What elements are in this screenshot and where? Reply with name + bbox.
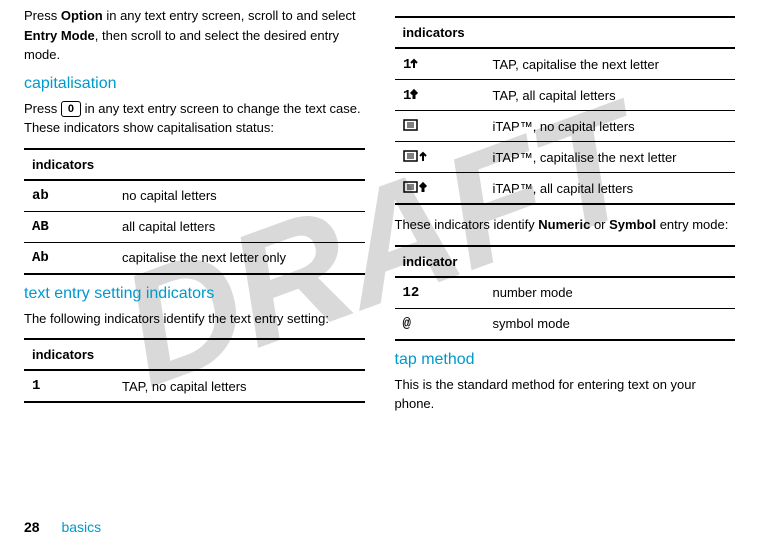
- table-row: AB all capital letters: [24, 211, 365, 242]
- capitalisation-table: indicators ab no capital letters AB all …: [24, 148, 365, 275]
- option-label: Option: [61, 8, 103, 23]
- indicator-desc: number mode: [485, 277, 736, 309]
- mode-paragraph: These indicators identify Numeric or Sym…: [395, 215, 736, 235]
- indicator-icon: [395, 173, 485, 205]
- indicator-desc: capitalise the next letter only: [114, 242, 365, 274]
- indicator-desc: iTAP™, all capital letters: [485, 173, 736, 205]
- indicator-desc: all capital letters: [114, 211, 365, 242]
- indicator-desc: TAP, no capital letters: [114, 370, 365, 402]
- indicator-desc: iTAP™, no capital letters: [485, 111, 736, 142]
- text: Press: [24, 101, 61, 116]
- table-row: iTAP™, capitalise the next letter: [395, 142, 736, 173]
- indicator-icon: [395, 142, 485, 173]
- table-row: @ symbol mode: [395, 308, 736, 340]
- intro-paragraph: Press Option in any text entry screen, s…: [24, 6, 365, 65]
- table-header: indicator: [395, 246, 736, 277]
- section-name: basics: [61, 519, 101, 535]
- svg-text:1: 1: [403, 88, 411, 101]
- footer: 28 basics: [24, 519, 101, 535]
- indicator-icon: 12: [395, 277, 485, 309]
- entry-mode-label: Entry Mode: [24, 28, 95, 43]
- indicator-icon: 1: [395, 48, 485, 80]
- text: in any text entry screen, scroll to and …: [103, 8, 356, 23]
- indicator-icon: AB: [24, 211, 114, 242]
- table-row: 12 number mode: [395, 277, 736, 309]
- indicator-icon: 1: [395, 80, 485, 111]
- indicator-desc: no capital letters: [114, 180, 365, 212]
- tap-method-paragraph: This is the standard method for entering…: [395, 375, 736, 414]
- zero-key-icon: 0: [61, 101, 81, 117]
- table-row: 1 TAP, no capital letters: [24, 370, 365, 402]
- page-content: Press Option in any text entry screen, s…: [0, 0, 759, 420]
- table-row: 1 TAP, all capital letters: [395, 80, 736, 111]
- text: entry mode:: [656, 217, 728, 232]
- indicator-desc: TAP, capitalise the next letter: [485, 48, 736, 80]
- table-header: indicators: [395, 17, 736, 48]
- text: These indicators identify: [395, 217, 539, 232]
- table-header: indicators: [24, 339, 365, 370]
- indicator-icon: ab: [24, 180, 114, 212]
- indicator-icon: [395, 111, 485, 142]
- indicator-desc: symbol mode: [485, 308, 736, 340]
- tap-method-heading: tap method: [395, 351, 736, 369]
- text-entry-setting-table-cont: indicators 1 TAP, capitalise the next le…: [395, 16, 736, 205]
- text-entry-setting-table: indicators 1 TAP, no capital letters: [24, 338, 365, 403]
- indicator-desc: iTAP™, capitalise the next letter: [485, 142, 736, 173]
- indicator-desc: TAP, all capital letters: [485, 80, 736, 111]
- left-column: Press Option in any text entry screen, s…: [24, 6, 365, 420]
- text: Press: [24, 8, 61, 23]
- numeric-label: Numeric: [538, 217, 590, 232]
- svg-text:1: 1: [403, 57, 411, 70]
- text: or: [590, 217, 609, 232]
- table-row: iTAP™, no capital letters: [395, 111, 736, 142]
- table-row: Ab capitalise the next letter only: [24, 242, 365, 274]
- table-header: indicators: [24, 149, 365, 180]
- capitalisation-paragraph: Press 0 in any text entry screen to chan…: [24, 99, 365, 138]
- table-row: iTAP™, all capital letters: [395, 173, 736, 205]
- page-number: 28: [24, 519, 40, 535]
- indicator-icon: @: [395, 308, 485, 340]
- capitalisation-heading: capitalisation: [24, 75, 365, 93]
- table-row: ab no capital letters: [24, 180, 365, 212]
- indicator-icon: 1: [24, 370, 114, 402]
- indicator-icon: Ab: [24, 242, 114, 274]
- text-entry-setting-heading: text entry setting indicators: [24, 285, 365, 303]
- text-entry-setting-paragraph: The following indicators identify the te…: [24, 309, 365, 329]
- symbol-label: Symbol: [609, 217, 656, 232]
- mode-table: indicator 12 number mode @ symbol mode: [395, 245, 736, 341]
- table-row: 1 TAP, capitalise the next letter: [395, 48, 736, 80]
- right-column: indicators 1 TAP, capitalise the next le…: [395, 6, 736, 420]
